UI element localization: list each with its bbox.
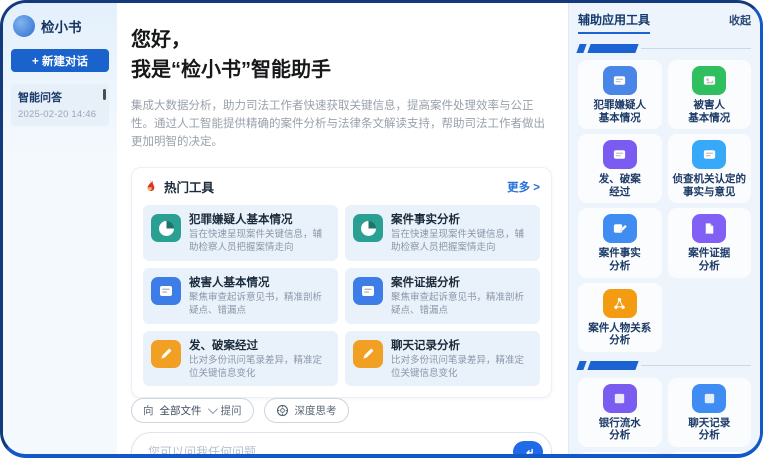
pie-chart-icon [151, 214, 181, 243]
more-tools-link[interactable]: 更多 > [507, 179, 540, 195]
person-relation-icon [602, 288, 637, 318]
tool-card-title: 聊天记录分析 [391, 339, 460, 352]
hot-tools-section: 热门工具 更多 > 犯罪嫌疑人基本情况 旨在快速呈现案件关键信息，辅助检察人员把… [131, 167, 552, 399]
tool-card-title: 被害人基本情况 [189, 277, 270, 290]
panel-tool-label: 案件证据 分析 [688, 247, 731, 272]
scope-value: 全部文件 [159, 405, 202, 418]
tool-card-desc: 聚焦审查起诉意见书，精准剖析疑点、错漏点 [391, 292, 525, 316]
sidebar: 检小书 + 新建对话 智能问答 2025-02-20 14:46 [3, 3, 117, 454]
tool-card-case-discovery-process[interactable]: 发、破案经过 比对多份讯问笔录差异，精准定位关键信息变化 [143, 330, 338, 387]
panel-tool-label: 案件人物关系 分析 [588, 321, 652, 347]
hot-tools-header: 热门工具 更多 > [143, 177, 540, 196]
tools-grid-records: 银行流水 分析 聊天记录 分析 笔录比对 通话清单 [578, 377, 751, 454]
greeting-line2: 我是“检小书”智能助手 [131, 59, 331, 81]
scope-suffix: 提问 [220, 405, 242, 418]
panel-tool-investigation-opinion[interactable]: 侦查机关认定的 事实与意见 [667, 134, 751, 204]
message-input[interactable] [148, 445, 513, 454]
tool-card-desc: 聚焦审查起诉意见书，精准剖析疑点、错漏点 [189, 292, 323, 316]
history-item[interactable]: 智能问答 2025-02-20 14:46 [11, 84, 109, 126]
chevron-down-icon [207, 404, 218, 415]
app-window: 检小书 + 新建对话 智能问答 2025-02-20 14:46 您好， 我是“… [0, 0, 763, 458]
auxiliary-tools-panel: 辅助应用工具 收起 犯罪嫌疑人 基本情况 被害人 基本情况 发、破案 经过 侦查… [568, 3, 760, 454]
panel-tool-label: 银行流水 分析 [598, 416, 641, 442]
sidebar-scrollbar[interactable] [103, 89, 106, 100]
message-input-bar [131, 432, 552, 454]
pencil-icon [151, 339, 181, 368]
panel-tool-bank-statement-analysis[interactable]: 银行流水 分析 [578, 377, 662, 447]
tool-card-chat-record-analysis[interactable]: 聊天记录分析 比对多份讯问笔录差异，精准定位关键信息变化 [345, 330, 540, 387]
case-process-icon [602, 140, 637, 170]
hot-tools-title: 热门工具 [164, 181, 215, 196]
deep-think-icon [276, 405, 288, 417]
flame-icon [147, 180, 155, 192]
panel-tool-call-list[interactable]: 通话清单 [667, 451, 751, 454]
panel-title: 辅助应用工具 [578, 11, 651, 34]
panel-tool-suspect-basic-info[interactable]: 犯罪嫌疑人 基本情况 [578, 60, 662, 130]
bank-statement-icon [602, 383, 637, 413]
panel-tool-case-discovery-process[interactable]: 发、破案 经过 [578, 134, 662, 204]
tool-card-case-fact-analysis[interactable]: 案件事实分析 旨在快速呈现案件关键信息，辅助检察人员把握案情走向 [345, 205, 540, 262]
tool-card-desc: 比对多份讯问笔录差异，精准定位关键信息变化 [189, 354, 323, 379]
panel-tool-label: 聊天记录 分析 [688, 416, 731, 442]
victim-info-icon [692, 66, 727, 95]
document-icon [151, 277, 181, 306]
scope-prefix: 向 [143, 405, 154, 418]
panel-tool-victim-basic-info[interactable]: 被害人 基本情况 [667, 60, 751, 130]
panel-tool-label: 案件事实 分析 [598, 247, 641, 272]
send-button[interactable] [513, 441, 543, 454]
tools-grid-documents: 犯罪嫌疑人 基本情况 被害人 基本情况 发、破案 经过 侦查机关认定的 事实与意… [578, 60, 751, 352]
app-description: 集成大数据分析，助力司法工作者快速获取关键信息，提高案件处理效率与公正性。通过人… [131, 100, 545, 148]
deep-think-label: 深度思考 [294, 405, 337, 418]
panel-tool-case-evidence-analysis[interactable]: 案件证据 分析 [667, 208, 751, 278]
app-logo-icon [13, 15, 35, 37]
tool-card-title: 案件证据分析 [391, 277, 460, 290]
tool-card-title: 发、破案经过 [189, 339, 258, 352]
panel-tool-transcript-compare[interactable]: 笔录比对 [578, 451, 662, 454]
case-fact-icon [602, 214, 637, 244]
ask-scope-selector[interactable]: 向 全部文件 提问 [131, 398, 254, 424]
deep-think-toggle[interactable]: 深度思考 [263, 398, 349, 424]
panel-tool-label: 犯罪嫌疑人 基本情况 [593, 99, 647, 124]
history-item-date: 2025-02-20 14:46 [18, 109, 97, 120]
panel-tool-label: 被害人 基本情况 [688, 99, 731, 124]
tool-card-desc: 旨在快速呈现案件关键信息，辅助检察人员把握案情走向 [391, 229, 525, 254]
greeting-heading: 您好， 我是“检小书”智能助手 [131, 25, 552, 85]
new-chat-button[interactable]: + 新建对话 [11, 49, 109, 72]
collapse-button[interactable]: 收起 [729, 12, 751, 28]
app-title: 检小书 [41, 20, 82, 35]
composer: 向 全部文件 提问 深度思考 [131, 398, 552, 454]
chat-record-icon [692, 383, 727, 413]
section-divider [576, 43, 751, 53]
document-icon [353, 277, 383, 306]
panel-tool-chat-record-analysis[interactable]: 聊天记录 分析 [667, 377, 751, 447]
tool-card-desc: 比对多份讯问笔录差异，精准定位关键信息变化 [391, 354, 525, 379]
panel-tool-person-relation-analysis[interactable]: 案件人物关系 分析 [578, 282, 662, 352]
tool-card-desc: 旨在快速呈现案件关键信息，辅助检察人员把握案情走向 [189, 229, 323, 254]
tool-card-title: 案件事实分析 [391, 214, 460, 227]
pie-chart-icon [353, 214, 383, 243]
history-item-title: 智能问答 [18, 92, 62, 104]
tool-card-case-evidence-analysis[interactable]: 案件证据分析 聚焦审查起诉意见书，精准剖析疑点、错漏点 [345, 268, 540, 324]
case-evidence-icon [692, 214, 727, 244]
tool-card-victim-basic-info[interactable]: 被害人基本情况 聚焦审查起诉意见书，精准剖析疑点、错漏点 [143, 268, 338, 324]
enter-arrow-icon [525, 448, 533, 454]
hot-tools-grid: 犯罪嫌疑人基本情况 旨在快速呈现案件关键信息，辅助检察人员把握案情走向 案件事实… [143, 205, 540, 387]
investigation-opinion-icon [692, 140, 727, 170]
panel-tool-case-fact-analysis[interactable]: 案件事实 分析 [578, 208, 662, 278]
suspect-info-icon [602, 66, 637, 95]
panel-tool-label: 发、破案 经过 [598, 173, 641, 198]
pencil-icon [353, 339, 383, 368]
main-content: 您好， 我是“检小书”智能助手 集成大数据分析，助力司法工作者快速获取关键信息，… [117, 3, 568, 454]
logo-row: 检小书 [11, 15, 109, 37]
greeting-line1: 您好， [131, 29, 191, 51]
tool-card-suspect-basic-info[interactable]: 犯罪嫌疑人基本情况 旨在快速呈现案件关键信息，辅助检察人员把握案情走向 [143, 205, 338, 262]
panel-tool-label: 侦查机关认定的 事实与意见 [672, 173, 747, 198]
tool-card-title: 犯罪嫌疑人基本情况 [189, 214, 293, 227]
section-divider [576, 361, 751, 371]
